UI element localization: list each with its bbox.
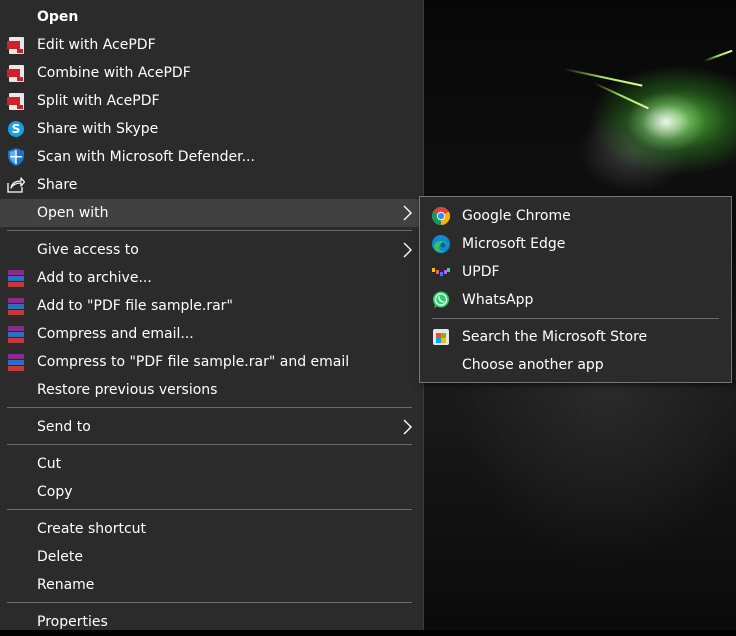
menu-item-label: Share with Skype — [37, 121, 159, 137]
menu-item-copy[interactable]: Copy — [0, 478, 422, 506]
open-with-choose-another-app[interactable]: Choose another app — [420, 351, 731, 379]
menu-item-label: Create shortcut — [37, 521, 147, 537]
submenu-item-label: Search the Microsoft Store — [462, 329, 648, 345]
updf-icon — [432, 263, 450, 281]
menu-item-label: Properties — [37, 614, 108, 630]
menu-separator — [7, 407, 412, 408]
menu-item-label: Cut — [37, 456, 62, 472]
winrar-icon — [7, 353, 25, 371]
acepdf-icon — [6, 92, 25, 110]
menu-item-label: Combine with AcePDF — [37, 65, 191, 81]
menu-item-scan-with-defender[interactable]: Scan with Microsoft Defender... — [0, 143, 422, 171]
menu-item-add-to-rar[interactable]: Add to "PDF file sample.rar" — [0, 292, 422, 320]
whatsapp-icon — [432, 291, 450, 309]
menu-item-label: Copy — [37, 484, 73, 500]
open-with-microsoft-edge[interactable]: Microsoft Edge — [420, 230, 731, 258]
menu-item-label: Compress to "PDF file sample.rar" and em… — [37, 354, 350, 370]
menu-item-restore-previous-versions[interactable]: Restore previous versions — [0, 376, 422, 404]
menu-item-add-to-archive[interactable]: Add to archive... — [0, 264, 422, 292]
menu-item-label: Open — [37, 9, 79, 25]
context-menu: Open Edit with AcePDF Combine with AcePD… — [0, 0, 424, 630]
menu-separator — [7, 444, 412, 445]
menu-item-open[interactable]: Open — [0, 3, 422, 31]
chevron-right-icon — [403, 419, 412, 435]
chevron-right-icon — [403, 242, 412, 258]
menu-item-label: Scan with Microsoft Defender... — [37, 149, 255, 165]
menu-separator — [7, 509, 412, 510]
winrar-icon — [7, 297, 25, 315]
menu-item-label: Add to "PDF file sample.rar" — [37, 298, 233, 314]
menu-item-combine-with-acepdf[interactable]: Combine with AcePDF — [0, 59, 422, 87]
wallpaper-streak — [703, 49, 733, 62]
submenu-item-label: Microsoft Edge — [462, 236, 566, 252]
menu-item-label: Delete — [37, 549, 83, 565]
acepdf-icon — [6, 36, 25, 54]
submenu-item-label: Choose another app — [462, 357, 604, 373]
menu-item-create-shortcut[interactable]: Create shortcut — [0, 515, 422, 543]
chevron-right-icon — [403, 205, 412, 221]
menu-separator — [7, 602, 412, 603]
menu-item-rename[interactable]: Rename — [0, 571, 422, 599]
skype-icon: S — [7, 120, 25, 138]
menu-item-label: Add to archive... — [37, 270, 152, 286]
menu-item-delete[interactable]: Delete — [0, 543, 422, 571]
menu-item-cut[interactable]: Cut — [0, 450, 422, 478]
open-with-updf[interactable]: UPDF — [420, 258, 731, 286]
submenu-item-label: UPDF — [462, 264, 500, 280]
menu-item-label: Rename — [37, 577, 95, 593]
menu-item-label: Open with — [37, 205, 109, 221]
menu-item-compress-and-email[interactable]: Compress and email... — [0, 320, 422, 348]
open-with-submenu: Google Chrome Microsoft Edge UPDF WhatsA… — [419, 196, 732, 383]
menu-item-label: Compress and email... — [37, 326, 194, 342]
submenu-item-label: WhatsApp — [462, 292, 534, 308]
winrar-icon — [7, 325, 25, 343]
menu-item-send-to[interactable]: Send to — [0, 413, 422, 441]
menu-item-share-with-skype[interactable]: S Share with Skype — [0, 115, 422, 143]
share-icon — [7, 176, 25, 194]
menu-item-split-with-acepdf[interactable]: Split with AcePDF — [0, 87, 422, 115]
microsoft-store-icon — [432, 328, 450, 346]
submenu-item-label: Google Chrome — [462, 208, 571, 224]
acepdf-icon — [6, 64, 25, 82]
menu-item-label: Share — [37, 177, 78, 193]
menu-item-label: Restore previous versions — [37, 382, 218, 398]
menu-item-properties[interactable]: Properties — [0, 608, 422, 636]
menu-item-share[interactable]: Share — [0, 171, 422, 199]
winrar-icon — [7, 269, 25, 287]
menu-item-label: Split with AcePDF — [37, 93, 160, 109]
submenu-separator — [432, 318, 719, 319]
menu-item-edit-with-acepdf[interactable]: Edit with AcePDF — [0, 31, 422, 59]
chrome-icon — [432, 207, 450, 225]
menu-item-open-with[interactable]: Open with — [0, 199, 422, 227]
open-with-search-microsoft-store[interactable]: Search the Microsoft Store — [420, 323, 731, 351]
menu-item-compress-to-rar-and-email[interactable]: Compress to "PDF file sample.rar" and em… — [0, 348, 422, 376]
open-with-whatsapp[interactable]: WhatsApp — [420, 286, 731, 314]
menu-item-label: Give access to — [37, 242, 139, 258]
menu-item-label: Send to — [37, 419, 91, 435]
menu-item-give-access-to[interactable]: Give access to — [0, 236, 422, 264]
wallpaper-streak — [563, 68, 643, 87]
menu-item-label: Edit with AcePDF — [37, 37, 156, 53]
open-with-google-chrome[interactable]: Google Chrome — [420, 202, 731, 230]
edge-icon — [432, 235, 450, 253]
defender-shield-icon — [7, 148, 25, 166]
menu-separator — [7, 230, 412, 231]
